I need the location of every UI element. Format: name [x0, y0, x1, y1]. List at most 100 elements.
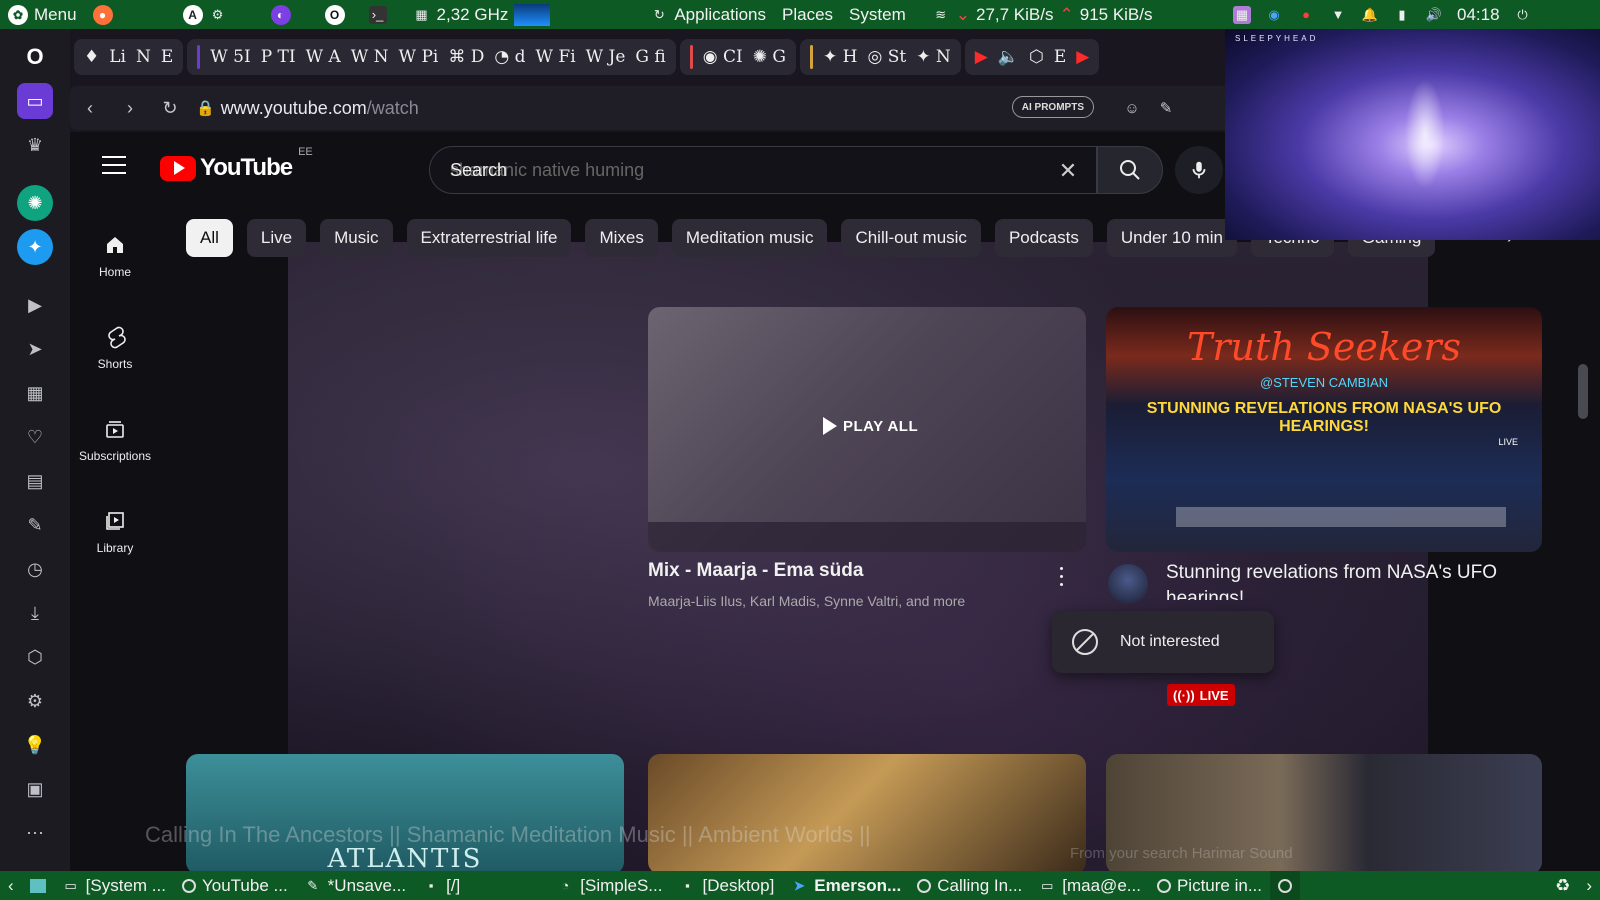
apps-grid-icon[interactable]: ▦ [17, 375, 53, 411]
lightbulb-icon[interactable]: 💡 [17, 727, 53, 763]
wikipedia-tab[interactable]: W Fi [536, 47, 576, 67]
power-icon[interactable]: ⏻ [1514, 6, 1532, 24]
chip-live[interactable]: Live [246, 219, 307, 257]
tor-icon[interactable]: ◐ [270, 4, 291, 25]
theme-icon[interactable]: ▦ [1233, 5, 1251, 24]
task-system[interactable]: ▭ [System ... [54, 871, 174, 900]
task-unsaved[interactable]: ✎ *Unsave... [296, 871, 414, 900]
task-youtube[interactable]: YouTube ... [174, 871, 296, 900]
tab-group-1[interactable]: ♦ Li N E [74, 39, 184, 75]
tab-item[interactable]: ◔ d [494, 47, 525, 67]
snapshot-icon[interactable]: ✎ [1156, 98, 1176, 118]
ufo-thumbnail[interactable]: Truth Seekers @STEVEN CAMBIAN STUNNING R… [1106, 307, 1542, 552]
channel-avatar[interactable] [1108, 564, 1148, 604]
player-icon[interactable]: ▶ [17, 287, 53, 323]
heart-icon[interactable]: ♡ [17, 419, 53, 455]
url-field[interactable]: www.youtube.com/watch [221, 98, 419, 119]
nav-library[interactable]: Library [70, 486, 160, 578]
task-terminal[interactable]: ▭ [maa@e... [1030, 871, 1149, 900]
taskbar-scroll-right-icon[interactable]: › [1578, 871, 1600, 900]
chip-extraterrestrial-life[interactable]: Extraterrestrial life [406, 219, 572, 257]
chip-podcasts[interactable]: Podcasts [994, 219, 1093, 257]
chip-music[interactable]: Music [320, 219, 393, 257]
tab-item[interactable]: ◎ St [867, 47, 906, 67]
atlantis-thumbnail[interactable]: ATLANTIS [186, 754, 624, 871]
menu-applications[interactable]: Applications [674, 5, 766, 25]
volume-icon[interactable]: 🔊 [1425, 6, 1443, 24]
twitter-tab[interactable]: ✦ H [823, 47, 857, 67]
chip-meditation-music[interactable]: Meditation music [671, 219, 828, 257]
tab-item[interactable]: ⌘ D [448, 47, 484, 67]
wikipedia-tab[interactable]: W A [306, 47, 341, 67]
play-all-button[interactable]: PLAY ALL [823, 417, 918, 435]
bell-icon[interactable]: 🔔 [1361, 6, 1379, 24]
send-icon[interactable]: ➤ [17, 331, 53, 367]
chrome-icon[interactable]: ◉ [1265, 6, 1283, 24]
mix-title[interactable]: Mix - Maarja - Ema süda [648, 560, 863, 582]
picture-in-picture-window[interactable]: SLEEPYHEAD [1225, 29, 1600, 240]
install-app-icon[interactable]: ▣ [17, 771, 53, 807]
chip-all[interactable]: All [186, 219, 233, 257]
tab-item[interactable]: P TI [261, 47, 296, 67]
task-simple[interactable]: ◔ [SimpleS... [548, 871, 670, 900]
twitter-tab[interactable]: ✦ N [916, 47, 951, 67]
opera-icon[interactable]: O [324, 4, 345, 25]
task-desktop[interactable]: ▪ [Desktop] [670, 871, 782, 900]
news-icon[interactable]: ▤ [17, 463, 53, 499]
task-picture-in-picture[interactable]: Picture in... [1149, 871, 1270, 900]
menu-places[interactable]: Places [782, 5, 833, 25]
google-tab[interactable]: G fi [635, 47, 665, 67]
emoji-icon[interactable]: ☺ [1122, 98, 1142, 118]
reader-icon[interactable]: ▭ [17, 83, 53, 119]
battery-icon[interactable]: ▮ [1393, 6, 1411, 24]
settings-icon[interactable]: ⚙ [17, 683, 53, 719]
task-root[interactable]: ▪ [/] [414, 871, 468, 900]
not-interested-option[interactable]: Not interested [1120, 633, 1220, 651]
wikipedia-tab[interactable]: W Pi [399, 47, 439, 67]
wikipedia-tab[interactable]: W 5I [210, 47, 250, 67]
wikipedia-tab[interactable]: W N [351, 47, 389, 67]
menu-system[interactable]: System [849, 5, 906, 25]
nav-shorts[interactable]: Shorts [70, 302, 160, 394]
tab-group-2[interactable]: W 5I P TI W A W N W Pi ⌘ D ◔ d W Fi W Je… [187, 39, 676, 75]
record-icon[interactable]: ● [1297, 6, 1315, 24]
search-input[interactable] [450, 159, 1010, 181]
chatgpt-icon[interactable]: ✺ [17, 185, 53, 221]
trash-icon[interactable]: ♻ [1547, 871, 1578, 900]
history-icon[interactable]: ◷ [17, 551, 53, 587]
chip-chill-out-music[interactable]: Chill-out music [841, 219, 981, 257]
tab-group-4[interactable]: ✦ H ◎ St ✦ N [799, 39, 961, 75]
wikipedia-tab[interactable]: W Je [586, 47, 626, 67]
task-calling-in[interactable]: Calling In... [909, 871, 1030, 900]
terminal-icon[interactable]: ›_ [368, 5, 387, 24]
shield-icon[interactable]: ▼ [1329, 6, 1347, 24]
nav-subscriptions[interactable]: Subscriptions [70, 394, 160, 486]
chip-mixes[interactable]: Mixes [585, 219, 658, 257]
clear-search-icon[interactable]: ✕ [1056, 158, 1080, 183]
more-options-icon[interactable]: ⋯ [17, 815, 53, 851]
tab-item[interactable]: ✺ G [753, 47, 786, 67]
scholar-thumbnail[interactable] [648, 754, 1086, 871]
crown-icon[interactable]: ♛ [17, 127, 53, 163]
opera-menu-icon[interactable]: O [17, 39, 53, 75]
search-button[interactable] [1097, 146, 1163, 194]
youtube-logo[interactable]: YouTube EE [160, 146, 313, 182]
tab-group-3[interactable]: ◉ CI ✺ G [679, 39, 796, 75]
tab-item[interactable]: ◉ CI [703, 47, 743, 67]
clock[interactable]: 04:18 [1457, 5, 1500, 25]
gear-icon[interactable]: ⚙ [209, 6, 227, 24]
show-desktop-icon[interactable] [22, 871, 54, 900]
video-more-options-icon[interactable] [1054, 564, 1068, 588]
reload-button[interactable]: ↻ [150, 88, 190, 128]
task-active-window[interactable] [1270, 871, 1300, 900]
extensions-icon[interactable]: ⬡ [17, 639, 53, 675]
downloads-icon[interactable]: ⤓ [17, 595, 53, 631]
youtube-tab-icon[interactable]: ▶ [975, 47, 988, 67]
page-scrollbar[interactable] [1578, 364, 1588, 419]
forward-button[interactable]: › [110, 88, 150, 128]
nav-home[interactable]: Home [70, 210, 160, 302]
youtube-tab-icon[interactable]: ▶ [1076, 47, 1089, 67]
chip-under-10-min[interactable]: Under 10 min [1106, 219, 1237, 257]
task-emerson[interactable]: ➤ Emerson... [782, 871, 909, 900]
hamburger-menu-icon[interactable] [102, 156, 126, 174]
